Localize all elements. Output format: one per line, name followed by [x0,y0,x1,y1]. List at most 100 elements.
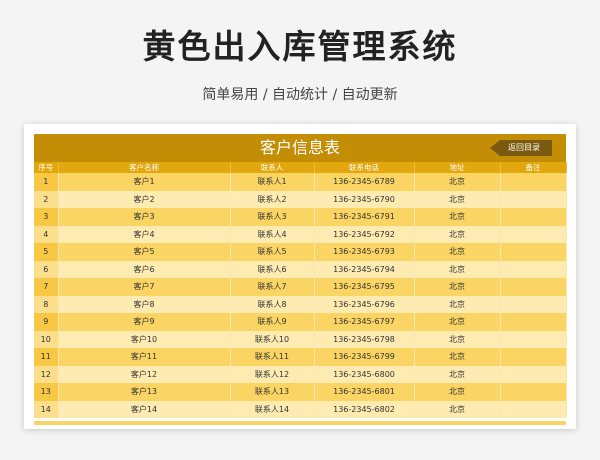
cell-address[interactable]: 北京 [414,225,501,243]
cell-contact[interactable]: 联系人10 [230,330,315,348]
cell-customer-name[interactable]: 客户8 [58,295,231,313]
table-row: 3 客户3 联系人3 136-2345-6791 北京 [34,208,567,226]
cell-contact[interactable]: 联系人6 [230,260,315,278]
cell-remark[interactable] [500,383,567,401]
cell-address[interactable]: 北京 [414,295,501,313]
cell-address[interactable]: 北京 [414,278,501,296]
cell-address[interactable]: 北京 [414,173,501,191]
cell-contact[interactable]: 联系人12 [230,365,315,383]
cell-contact[interactable]: 联系人8 [230,295,315,313]
column-header-contact[interactable]: 联系人 [230,162,315,173]
cell-address[interactable]: 北京 [414,260,501,278]
cell-index[interactable]: 4 [34,225,59,243]
cell-customer-name[interactable]: 客户13 [58,383,231,401]
table-row: 7 客户7 联系人7 136-2345-6795 北京 [34,278,567,296]
cell-index[interactable]: 10 [34,330,59,348]
cell-phone[interactable]: 136-2345-6790 [314,190,415,208]
cell-index[interactable]: 1 [34,173,59,191]
back-to-index-button[interactable]: 返回目录 [490,140,552,156]
cell-customer-name[interactable]: 客户3 [58,208,231,226]
cell-customer-name[interactable]: 客户11 [58,348,231,366]
cell-remark[interactable] [500,225,567,243]
cell-customer-name[interactable]: 客户10 [58,330,231,348]
cell-remark[interactable] [500,208,567,226]
cell-contact[interactable]: 联系人14 [230,400,315,418]
table-row: 8 客户8 联系人8 136-2345-6796 北京 [34,295,567,313]
cell-remark[interactable] [500,400,567,418]
cell-address[interactable]: 北京 [414,243,501,261]
cell-phone[interactable]: 136-2345-6802 [314,400,415,418]
table-row: 9 客户9 联系人9 136-2345-6797 北京 [34,313,567,331]
cell-remark[interactable] [500,330,567,348]
cell-phone[interactable]: 136-2345-6799 [314,348,415,366]
cell-remark[interactable] [500,278,567,296]
cell-address[interactable]: 北京 [414,400,501,418]
cell-address[interactable]: 北京 [414,313,501,331]
cell-phone[interactable]: 136-2345-6798 [314,330,415,348]
cell-phone[interactable]: 136-2345-6792 [314,225,415,243]
column-header-remark[interactable]: 备注 [500,162,567,173]
cell-index[interactable]: 14 [34,400,59,418]
cell-address[interactable]: 北京 [414,365,501,383]
cell-index[interactable]: 2 [34,190,59,208]
cell-customer-name[interactable]: 客户4 [58,225,231,243]
cell-remark[interactable] [500,173,567,191]
cell-remark[interactable] [500,260,567,278]
table-row: 13 客户13 联系人13 136-2345-6801 北京 [34,383,567,401]
cell-index[interactable]: 9 [34,313,59,331]
cell-index[interactable]: 6 [34,260,59,278]
cell-phone[interactable]: 136-2345-6794 [314,260,415,278]
cell-contact[interactable]: 联系人4 [230,225,315,243]
column-header-phone[interactable]: 联系电话 [314,162,415,173]
column-header-customer-name[interactable]: 客户名称 [58,162,231,173]
cell-remark[interactable] [500,243,567,261]
cell-address[interactable]: 北京 [414,348,501,366]
cell-remark[interactable] [500,365,567,383]
cell-customer-name[interactable]: 客户9 [58,313,231,331]
cell-customer-name[interactable]: 客户5 [58,243,231,261]
cell-phone[interactable]: 136-2345-6800 [314,365,415,383]
cell-remark[interactable] [500,295,567,313]
cell-contact[interactable]: 联系人13 [230,383,315,401]
cell-phone[interactable]: 136-2345-6797 [314,313,415,331]
cell-address[interactable]: 北京 [414,383,501,401]
cell-customer-name[interactable]: 客户2 [58,190,231,208]
cell-phone[interactable]: 136-2345-6801 [314,383,415,401]
cell-contact[interactable]: 联系人1 [230,173,315,191]
cell-remark[interactable] [500,348,567,366]
table-row: 2 客户2 联系人2 136-2345-6790 北京 [34,190,567,208]
cell-index[interactable]: 3 [34,208,59,226]
column-header-index[interactable]: 序号 [34,162,59,173]
spreadsheet-panel: 客户信息表 返回目录 序号 客户名称 联系人 联系电话 地址 备注 1 客户1 联系… [24,124,576,429]
cell-phone[interactable]: 136-2345-6793 [314,243,415,261]
cell-contact[interactable]: 联系人5 [230,243,315,261]
cell-address[interactable]: 北京 [414,190,501,208]
cell-customer-name[interactable]: 客户12 [58,365,231,383]
cell-contact[interactable]: 联系人11 [230,348,315,366]
cell-customer-name[interactable]: 客户6 [58,260,231,278]
cell-remark[interactable] [500,313,567,331]
cell-customer-name[interactable]: 客户1 [58,173,231,191]
cell-phone[interactable]: 136-2345-6791 [314,208,415,226]
cell-phone[interactable]: 136-2345-6789 [314,173,415,191]
cell-phone[interactable]: 136-2345-6796 [314,295,415,313]
cell-contact[interactable]: 联系人7 [230,278,315,296]
cell-remark[interactable] [500,190,567,208]
table-row: 10 客户10 联系人10 136-2345-6798 北京 [34,330,567,348]
cell-index[interactable]: 8 [34,295,59,313]
cell-customer-name[interactable]: 客户14 [58,400,231,418]
table-row: 1 客户1 联系人1 136-2345-6789 北京 [34,173,567,191]
cell-index[interactable]: 13 [34,383,59,401]
cell-index[interactable]: 11 [34,348,59,366]
cell-phone[interactable]: 136-2345-6795 [314,278,415,296]
cell-customer-name[interactable]: 客户7 [58,278,231,296]
cell-contact[interactable]: 联系人3 [230,208,315,226]
cell-index[interactable]: 12 [34,365,59,383]
column-header-address[interactable]: 地址 [414,162,501,173]
cell-index[interactable]: 7 [34,278,59,296]
cell-address[interactable]: 北京 [414,208,501,226]
cell-contact[interactable]: 联系人2 [230,190,315,208]
cell-contact[interactable]: 联系人9 [230,313,315,331]
cell-index[interactable]: 5 [34,243,59,261]
cell-address[interactable]: 北京 [414,330,501,348]
